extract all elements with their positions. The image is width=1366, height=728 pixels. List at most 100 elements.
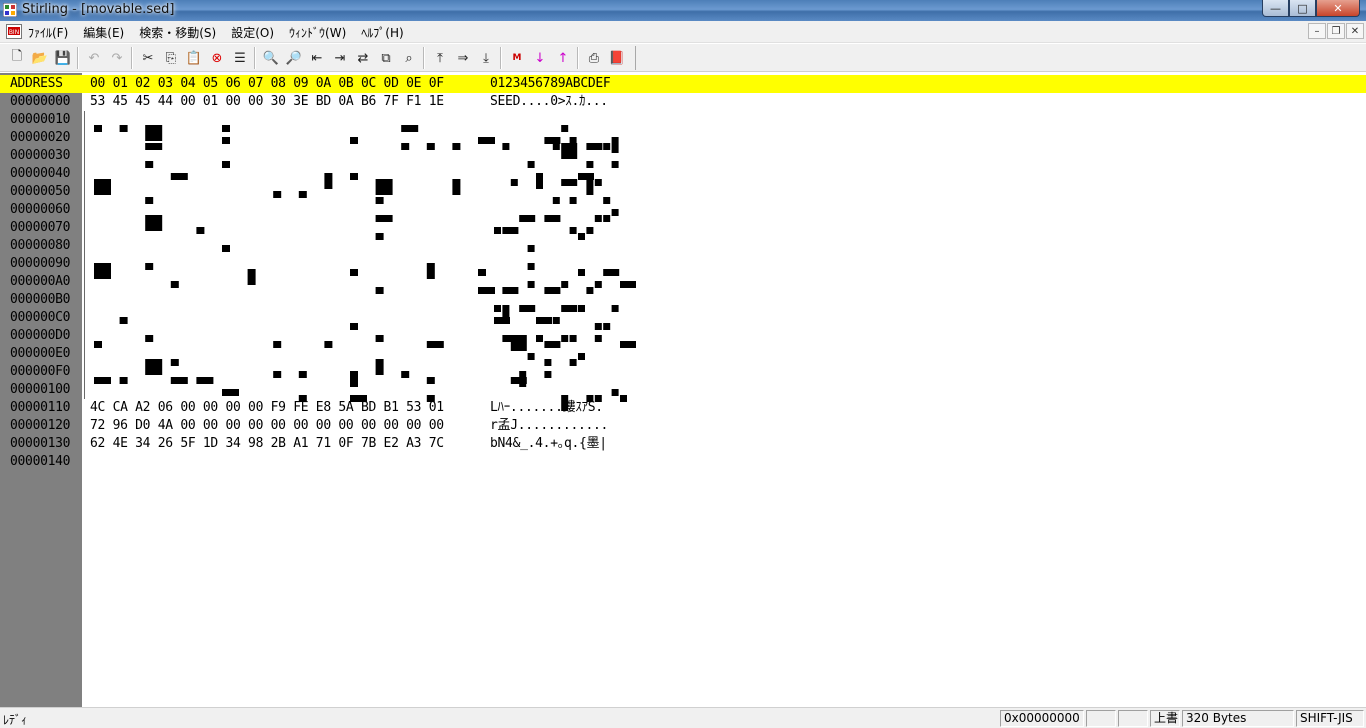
row-address: 000000D0 (10, 328, 71, 343)
find-next-button[interactable]: 🔎 (283, 47, 305, 69)
row-address: 00000140 (10, 454, 71, 469)
goto-end-button[interactable]: ⤓ (475, 47, 497, 69)
artifact-block (569, 137, 577, 144)
cut-icon: ✂ (142, 50, 154, 66)
new-file-button[interactable]: 🗋 (6, 47, 28, 69)
artifact-block (611, 305, 619, 312)
replace-button[interactable]: ⇄ (352, 47, 374, 69)
find-button[interactable]: 🔍 (260, 47, 282, 69)
artifact-block (401, 371, 410, 378)
artifact-block (222, 245, 230, 252)
close-button[interactable]: ✕ (1316, 0, 1360, 17)
artifact-block (401, 125, 419, 132)
redo-button[interactable]: ↷ (106, 47, 128, 69)
artifact-block (426, 341, 444, 348)
row-address: 000000E0 (10, 346, 71, 361)
menu-window[interactable]: ｳｨﾝﾄﾞｳ(W) (289, 24, 346, 41)
artifact-block (544, 359, 552, 366)
toolbar-end-separator (635, 46, 637, 70)
window-title: Stirling - [movable.sed] (22, 2, 175, 17)
artifact-block (375, 179, 393, 195)
minimize-button[interactable]: — (1262, 0, 1289, 17)
artifact-block (145, 143, 163, 150)
list-button[interactable]: ☰ (229, 47, 251, 69)
artifact-block (222, 389, 239, 396)
paste-button[interactable]: 📋 (183, 47, 205, 69)
row-hex-bytes[interactable]: 72 96 D0 4A 00 00 00 00 00 00 00 00 00 0… (90, 417, 444, 435)
artifact-block (170, 281, 179, 288)
mdi-minimize-button[interactable]: – (1308, 23, 1326, 39)
artifact-block (561, 179, 578, 186)
row-hex-bytes[interactable]: 53 45 45 44 00 01 00 00 30 3E BD 0A B6 7… (90, 93, 444, 111)
artifact-block (578, 233, 585, 240)
artifact-block (536, 173, 543, 189)
mark-button[interactable]: M (506, 47, 528, 69)
mdi-restore-button[interactable]: ❐ (1327, 23, 1345, 39)
find-down-button[interactable]: ⇥ (329, 47, 351, 69)
artifact-block (569, 227, 577, 234)
artifact-block (620, 281, 636, 288)
copy-icon: ⎘ (165, 50, 177, 66)
menu-search[interactable]: 検索・移動(S) (139, 24, 216, 41)
mark-next-button[interactable]: ↓ (529, 47, 551, 69)
mark-prev-button[interactable]: ↑ (552, 47, 574, 69)
artifact-block (324, 173, 333, 189)
artifact-block (527, 281, 535, 288)
help-book-button[interactable]: 📕 (606, 47, 628, 69)
artifact-block (94, 377, 111, 384)
compare-button[interactable]: ⧉ (375, 47, 397, 69)
stirling-app-window: Stirling - [movable.sed] — □ ✕ BIN ﾌｧｲﾙ(… (0, 0, 1366, 728)
artifact-block (519, 371, 527, 387)
row-ascii-text[interactable]: SEED....0>ｽ.ｶ... (490, 93, 608, 111)
toolbar-separator (577, 47, 579, 69)
cut-button[interactable]: ✂ (137, 47, 159, 69)
row-hex-bytes[interactable]: 62 4E 34 26 5F 1D 34 98 2B A1 71 0F 7B E… (90, 435, 444, 453)
paste-icon: 📋 (185, 50, 203, 66)
menu-edit[interactable]: 編集(E) (83, 24, 124, 41)
save-button[interactable]: 💾 (52, 47, 74, 69)
delete-button[interactable]: ⊗ (206, 47, 228, 69)
artifact-block (578, 353, 585, 360)
artifact-block (544, 371, 552, 378)
artifact-block (561, 305, 578, 312)
row-ascii-text[interactable]: bN4&_.4.+｡q.{墨| (490, 435, 607, 453)
undo-button[interactable]: ↶ (83, 47, 105, 69)
copy-button[interactable]: ⎘ (160, 47, 182, 69)
artifact-block (426, 377, 435, 384)
artifact-block (298, 371, 307, 378)
menu-file[interactable]: ﾌｧｲﾙ(F) (28, 24, 68, 41)
row-address: 00000080 (10, 238, 71, 253)
artifact-block (544, 215, 561, 222)
menu-settings[interactable]: 設定(O) (231, 24, 274, 41)
artifact-block (603, 215, 611, 222)
maximize-button[interactable]: □ (1289, 0, 1316, 17)
find-prev-button[interactable]: ⇤ (306, 47, 328, 69)
title-bar[interactable]: Stirling - [movable.sed] — □ ✕ (0, 0, 1366, 21)
menu-help[interactable]: ﾍﾙﾌﾟ(H) (361, 24, 403, 41)
artifact-block (298, 191, 307, 198)
row-ascii-text[interactable]: Lﾊｰ.......鏤ｽｱS. (490, 399, 603, 417)
hex-editor-view[interactable]: ADDRESS 00 01 02 03 04 05 06 07 08 09 0A … (0, 73, 1366, 707)
row-address: 000000C0 (10, 310, 71, 325)
artifact-block (544, 341, 561, 348)
artifact-block (145, 335, 154, 342)
open-folder-button[interactable]: 📂 (29, 47, 51, 69)
document-icon[interactable]: BIN (6, 24, 22, 39)
artifact-block (494, 305, 501, 312)
find-in-files-button[interactable]: ⌕ (398, 47, 420, 69)
status-file-size: 320 Bytes (1182, 710, 1294, 727)
artifact-block (502, 287, 519, 294)
row-address: 00000030 (10, 148, 71, 163)
row-hex-bytes[interactable]: 4C CA A2 06 00 00 00 00 F9 FE E8 5A BD B… (90, 399, 444, 417)
artifact-block (519, 305, 536, 312)
row-ascii-text[interactable]: r孟J............ (490, 417, 608, 435)
goto-start-button[interactable]: ⤒ (429, 47, 451, 69)
status-address: 0x00000000 (1000, 710, 1084, 727)
mdi-close-button[interactable]: ✕ (1346, 23, 1364, 39)
goto-address-button[interactable]: ⇒ (452, 47, 474, 69)
artifact-block (552, 317, 560, 324)
row-address: 000000F0 (10, 364, 71, 379)
print-button[interactable]: ⎙ (583, 47, 605, 69)
row-address: 00000110 (10, 400, 71, 415)
artifact-block (586, 143, 603, 150)
